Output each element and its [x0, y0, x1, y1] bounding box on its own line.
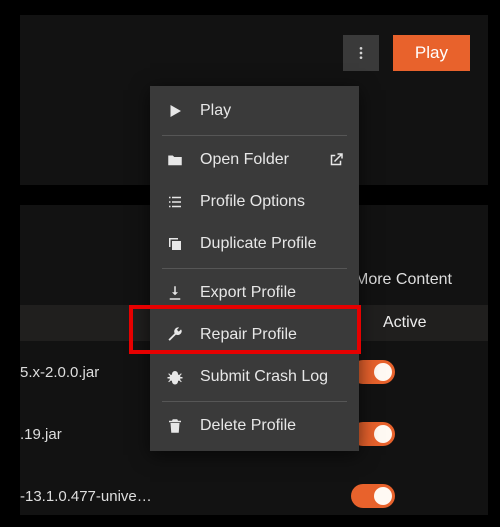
play-icon: [166, 102, 184, 120]
list-item: -13.1.0.477-unive…: [20, 465, 488, 527]
menu-label: Repair Profile: [200, 326, 297, 344]
trash-icon: [166, 417, 184, 435]
menu-label: Export Profile: [200, 284, 296, 302]
list-item-label: 5.x-2.0.0.jar: [20, 364, 99, 381]
tab-more-content[interactable]: More Content: [355, 271, 452, 289]
bug-icon: [166, 368, 184, 386]
menu-export-profile[interactable]: Export Profile: [150, 272, 359, 314]
menu-label: Duplicate Profile: [200, 235, 317, 253]
context-menu: Play Open Folder Profile Options Duplica…: [150, 86, 359, 451]
active-toggle[interactable]: [351, 484, 395, 508]
more-menu-button[interactable]: [343, 35, 379, 71]
export-icon: [166, 284, 184, 302]
list-item-label: .19.jar: [20, 426, 62, 443]
folder-icon: [166, 151, 184, 169]
menu-play[interactable]: Play: [150, 90, 359, 132]
menu-profile-options[interactable]: Profile Options: [150, 181, 359, 223]
topbar: Play: [343, 35, 470, 71]
kebab-icon: [353, 45, 369, 61]
wrench-icon: [166, 326, 184, 344]
menu-label: Delete Profile: [200, 417, 296, 435]
column-header-active: Active: [383, 314, 427, 332]
menu-duplicate-profile[interactable]: Duplicate Profile: [150, 223, 359, 265]
list-icon: [166, 193, 184, 211]
menu-delete-profile[interactable]: Delete Profile: [150, 405, 359, 447]
menu-repair-profile[interactable]: Repair Profile: [150, 314, 359, 356]
menu-label: Submit Crash Log: [200, 368, 328, 386]
menu-label: Profile Options: [200, 193, 305, 211]
menu-separator: [162, 135, 347, 136]
menu-submit-crash[interactable]: Submit Crash Log: [150, 356, 359, 398]
menu-label: Open Folder: [200, 151, 289, 169]
menu-separator: [162, 268, 347, 269]
external-link-icon: [327, 151, 345, 169]
list-item-label: -13.1.0.477-unive…: [20, 488, 152, 505]
duplicate-icon: [166, 235, 184, 253]
play-button[interactable]: Play: [393, 35, 470, 71]
app-panel: Play More Content Active 5.x-2.0.0.jar .…: [20, 15, 488, 515]
menu-label: Play: [200, 102, 231, 120]
menu-separator: [162, 401, 347, 402]
menu-open-folder[interactable]: Open Folder: [150, 139, 359, 181]
